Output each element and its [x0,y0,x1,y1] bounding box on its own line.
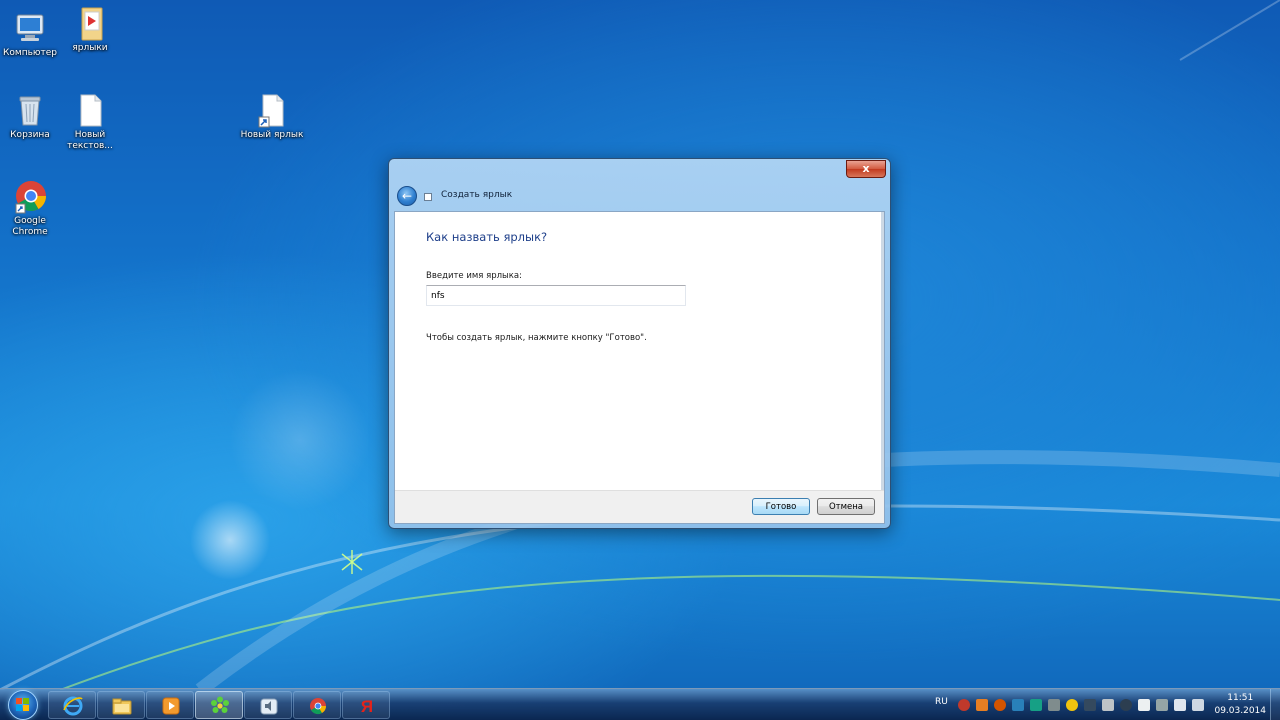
app-tray-icon[interactable] [976,699,988,711]
action-center-tray-icon[interactable] [1156,699,1168,711]
shortcut-icon [254,92,290,128]
taskbar-item-yandex[interactable]: Я [342,691,390,719]
clock-time: 11:51 [1227,693,1254,703]
taskbar-item-audio-app[interactable] [244,691,292,719]
language-indicator[interactable]: RU [935,697,948,707]
app-tray-icon[interactable] [994,699,1006,711]
audio-app-icon [260,698,278,715]
taskbar-item-explorer[interactable] [97,691,145,719]
app-tray-icon[interactable] [1084,699,1096,711]
app-tray-icon[interactable] [1030,699,1042,711]
dialog-title: Создать ярлык [441,190,513,200]
desktop-icon-label: Компьютер [3,48,57,58]
close-button[interactable]: x [846,160,886,178]
chrome-icon [310,698,327,715]
finish-button[interactable]: Готово [752,498,810,515]
desktop-icon-computer[interactable]: Компьютер [0,10,62,59]
desktop-icon-label: Новый текстов... [67,130,113,151]
shortcut-name-input[interactable] [426,285,686,306]
taskbar: Я RU 11:51 09.03.2014 [0,688,1280,720]
desktop-icon-label: Новый ярлык [240,130,304,140]
show-desktop-button[interactable] [1270,689,1280,720]
desktop-icon-new-text-document[interactable]: Новый текстов... [58,92,122,152]
desktop-icon-new-shortcut[interactable]: Новый ярлык [240,92,304,141]
finish-hint-text: Чтобы создать ярлык, нажмите кнопку "Гот… [426,333,647,343]
taskbar-item-chrome[interactable] [293,691,341,719]
yandex-icon: Я [361,697,373,716]
back-arrow-icon: ← [401,189,413,203]
svg-text:Я: Я [361,697,373,716]
back-button[interactable]: ← [397,186,417,206]
cancel-button[interactable]: Отмена [817,498,875,515]
chrome-icon [12,178,48,214]
text-document-icon [72,92,108,128]
icq-flower-icon [211,696,229,713]
network-tray-icon[interactable] [1192,699,1204,711]
desktop-icon-recycle-bin[interactable]: Корзина [0,92,62,141]
taskbar-item-internet-explorer[interactable] [48,691,96,719]
create-shortcut-dialog: x ← Создать ярлык Как назвать ярлык? Вве… [388,158,891,529]
desktop-icon-label: Корзина [10,130,50,140]
shortcut-wizard-icon [424,193,432,201]
ie-icon [63,696,83,716]
taskbar-item-icq[interactable] [195,691,243,719]
desktop-icon-shortcuts-folder[interactable]: ярлыки [58,5,122,54]
windows-flag-icon [16,698,30,712]
wizard-heading: Как назвать ярлык? [426,230,548,244]
folder-icon [72,5,108,41]
start-button[interactable] [4,690,42,720]
wizard-content-panel: Как назвать ярлык? Введите имя ярлыка: Ч… [394,211,885,524]
desktop-icon-label: Google Chrome [12,216,48,237]
media-player-icon [162,697,180,715]
taskbar-item-media-player[interactable] [146,691,194,719]
app-tray-icon[interactable] [1066,699,1078,711]
computer-icon [12,10,48,46]
clock[interactable]: 11:51 09.03.2014 [1214,692,1266,718]
antivirus-tray-icon[interactable] [958,699,970,711]
desktop-icon-google-chrome[interactable]: Google Chrome [0,178,62,238]
bluetooth-tray-icon[interactable] [1120,699,1132,711]
clock-date: 09.03.2014 [1214,706,1266,716]
monitor-tray-icon[interactable] [1048,699,1060,711]
folder-icon [112,698,132,715]
app-tray-icon[interactable] [1102,699,1114,711]
wizard-button-bar: Готово Отмена [395,490,884,523]
system-tray: RU 11:51 09.03.2014 [930,689,1280,720]
volume-tray-icon[interactable] [1174,699,1186,711]
shortcut-name-label: Введите имя ярлыка: [426,271,522,281]
content-edge-strip [881,212,884,492]
safely-remove-tray-icon[interactable] [1138,699,1150,711]
recycle-bin-icon [12,92,48,128]
app-tray-icon[interactable] [1012,699,1024,711]
